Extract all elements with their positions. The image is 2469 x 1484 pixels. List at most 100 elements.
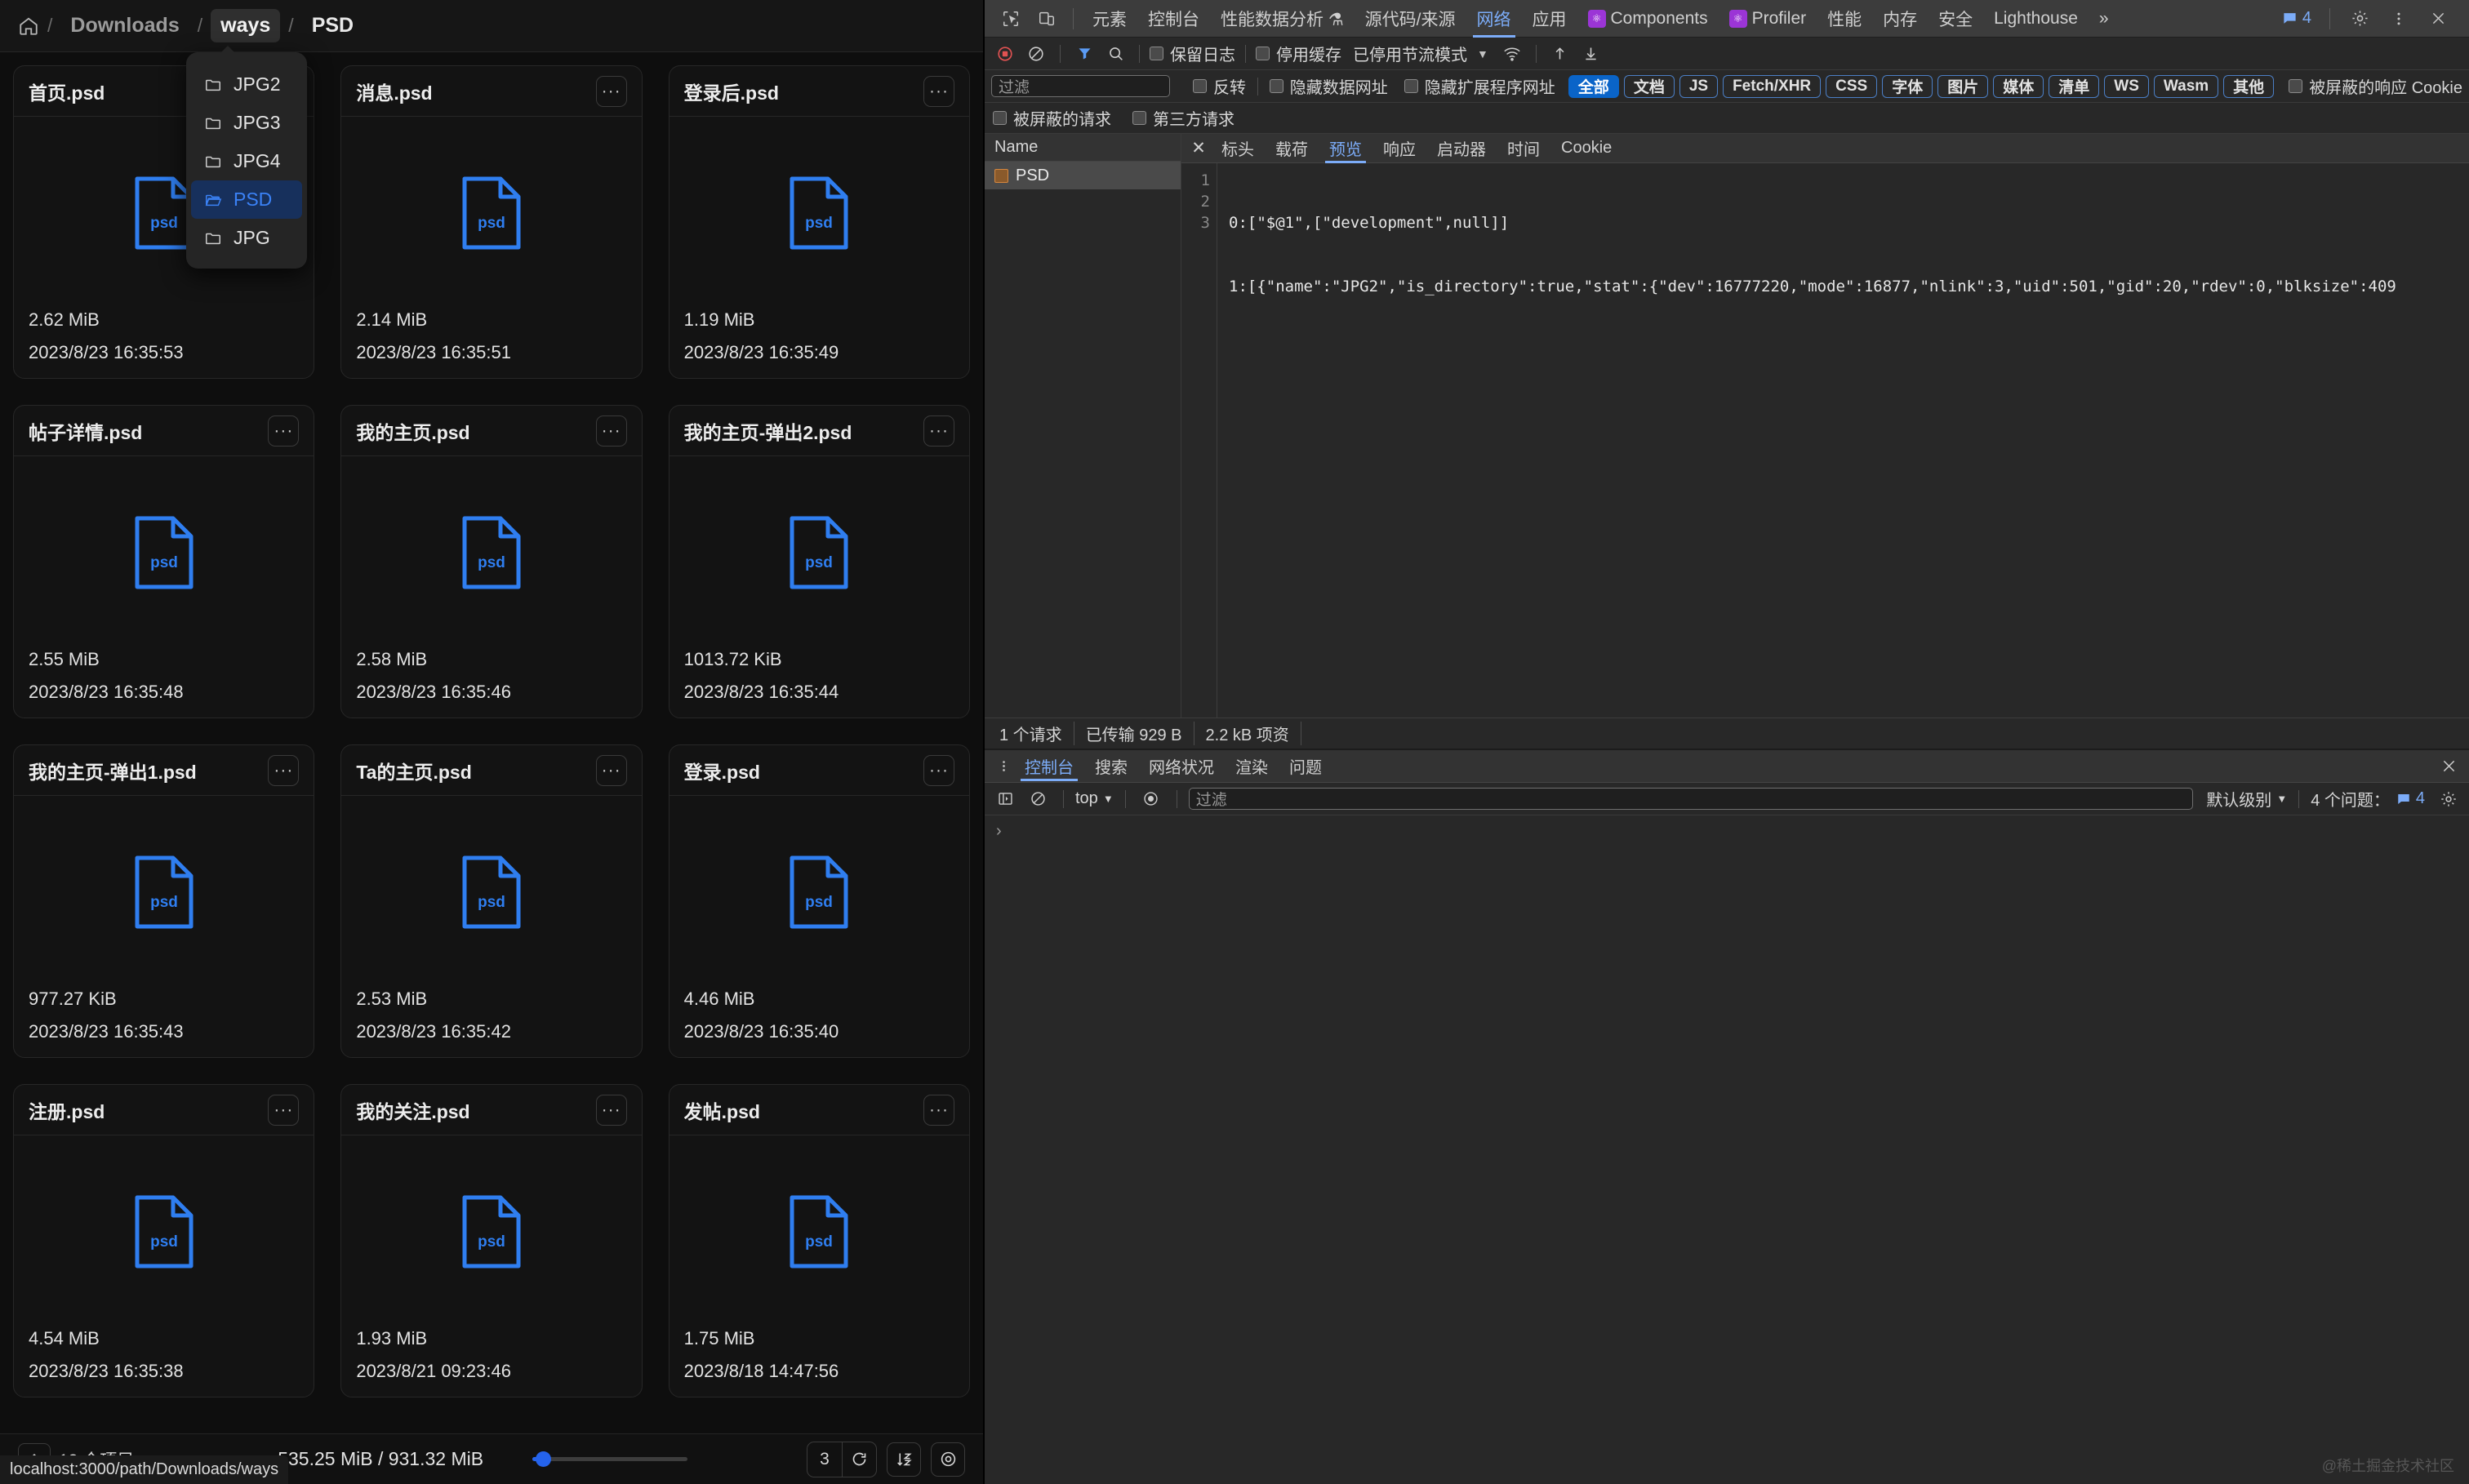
breadcrumb-item-psd[interactable]: PSD bbox=[302, 9, 363, 42]
file-menu-button[interactable]: ··· bbox=[595, 1094, 627, 1126]
console-issues[interactable]: 4 个问题： 4 bbox=[2311, 787, 2425, 811]
checkbox[interactable] bbox=[1132, 111, 1146, 125]
kebab-menu-icon[interactable] bbox=[2383, 4, 2414, 33]
drawer-tab-rendering[interactable]: 渲染 bbox=[1225, 752, 1279, 781]
checkbox[interactable] bbox=[1256, 47, 1270, 60]
gear-icon[interactable] bbox=[2435, 786, 2462, 812]
tab-sources[interactable]: 源代码/来源 bbox=[1355, 0, 1466, 38]
detail-tab-headers[interactable]: 标头 bbox=[1211, 134, 1265, 163]
file-menu-button[interactable]: ··· bbox=[923, 75, 954, 107]
file-card[interactable]: 登录.psd ··· psd 4.46 MiB 2023/8/23 16:35:40 bbox=[668, 744, 970, 1058]
detail-tab-preview[interactable]: 预览 bbox=[1319, 134, 1372, 163]
file-card[interactable]: 注册.psd ··· psd 4.54 MiB 2023/8/23 16:35:38 bbox=[13, 1084, 315, 1397]
type-chip-all[interactable]: 全部 bbox=[1568, 74, 1619, 98]
type-chip-fetch-xhr[interactable]: Fetch/XHR bbox=[1723, 74, 1822, 98]
type-chip-other[interactable]: 其他 bbox=[2223, 74, 2275, 98]
eye-icon[interactable] bbox=[931, 1442, 965, 1477]
tab-application[interactable]: 应用 bbox=[1522, 0, 1577, 38]
file-card[interactable]: 我的主页-弹出2.psd ··· psd 1013.72 KiB 2023/8/23 1… bbox=[668, 405, 970, 718]
home-icon[interactable] bbox=[18, 16, 39, 37]
tab-console[interactable]: 控制台 bbox=[1137, 0, 1210, 38]
preview-code-lines[interactable]: 0:["$@1",["development",null]] 1:[{"name… bbox=[1217, 163, 2396, 718]
type-chip-manifest[interactable]: 清单 bbox=[2049, 74, 2100, 98]
file-card[interactable]: 消息.psd ··· psd 2.14 MiB 2023/8/23 16:35:51 bbox=[340, 65, 643, 379]
clear-console-icon[interactable] bbox=[1024, 786, 1052, 812]
file-card[interactable]: 我的主页.psd ··· psd 2.58 MiB 2023/8/23 16:35:46 bbox=[340, 405, 643, 718]
dropdown-item-jpg3[interactable]: JPG3 bbox=[191, 104, 302, 142]
dropdown-item-jpg[interactable]: JPG bbox=[191, 219, 302, 257]
gear-icon[interactable] bbox=[2344, 4, 2375, 33]
close-drawer-icon[interactable] bbox=[2436, 754, 2461, 779]
file-menu-button[interactable]: ··· bbox=[268, 1094, 300, 1126]
checkbox[interactable] bbox=[1150, 47, 1163, 60]
type-chip-ws[interactable]: WS bbox=[2104, 74, 2149, 98]
column-count-value[interactable]: 3 bbox=[807, 1442, 842, 1477]
console-filter-input[interactable]: 过滤 bbox=[1188, 788, 2194, 810]
tab-overflow-chevron-icon[interactable]: » bbox=[2089, 0, 2120, 38]
zoom-slider[interactable] bbox=[532, 1451, 688, 1467]
breadcrumb-item-ways[interactable]: ways bbox=[211, 9, 281, 42]
type-chip-doc[interactable]: 文档 bbox=[1623, 74, 1675, 98]
preserve-log-checkbox[interactable]: 保留日志 bbox=[1150, 42, 1235, 65]
file-menu-button[interactable]: ··· bbox=[595, 415, 627, 447]
file-card[interactable]: 我的关注.psd ··· psd 1.93 MiB 2023/8/21 09:23:46 bbox=[340, 1084, 643, 1397]
tab-security[interactable]: 安全 bbox=[1928, 0, 1983, 38]
file-card[interactable]: 帖子详情.psd ··· psd 2.55 MiB 2023/8/23 16:35:48 bbox=[13, 405, 315, 718]
console-context-select[interactable]: top ▼ bbox=[1075, 789, 1114, 808]
kebab-menu-icon[interactable] bbox=[993, 759, 1014, 773]
close-detail-icon[interactable]: ✕ bbox=[1186, 136, 1211, 161]
type-chip-js[interactable]: JS bbox=[1679, 74, 1719, 98]
checkbox[interactable] bbox=[1192, 79, 1207, 93]
slider-track[interactable] bbox=[532, 1451, 688, 1467]
file-card[interactable]: 登录后.psd ··· psd 1.19 MiB 2023/8/23 16:35:49 bbox=[668, 65, 970, 379]
console-output[interactable]: › bbox=[985, 815, 2469, 1484]
drawer-tab-console[interactable]: 控制台 bbox=[1014, 752, 1084, 781]
dropdown-item-jpg4[interactable]: JPG4 bbox=[191, 142, 302, 180]
file-card[interactable]: 发帖.psd ··· psd 1.75 MiB 2023/8/18 14:47:56 bbox=[668, 1084, 970, 1397]
request-list-header[interactable]: Name bbox=[985, 134, 1181, 162]
type-chip-wasm[interactable]: Wasm bbox=[2153, 74, 2219, 98]
record-stop-icon[interactable] bbox=[991, 41, 1019, 67]
device-toolbar-icon[interactable] bbox=[1031, 4, 1062, 33]
drawer-tab-search[interactable]: 搜索 bbox=[1084, 752, 1138, 781]
checkbox[interactable] bbox=[1269, 79, 1283, 93]
network-filter-input[interactable]: 过滤 bbox=[991, 75, 1170, 97]
chevron-down-icon[interactable]: ▼ bbox=[1477, 47, 1488, 60]
hide-data-urls-checkbox[interactable]: 隐藏数据网址 bbox=[1269, 74, 1388, 98]
import-har-icon[interactable] bbox=[1546, 41, 1574, 67]
checkbox[interactable] bbox=[1404, 79, 1418, 93]
slider-knob[interactable] bbox=[536, 1451, 552, 1467]
clear-icon[interactable] bbox=[1022, 41, 1050, 67]
type-chip-img[interactable]: 图片 bbox=[1937, 74, 1989, 98]
invert-checkbox[interactable]: 反转 bbox=[1192, 74, 1246, 98]
file-card[interactable]: 我的主页-弹出1.psd ··· psd 977.27 KiB 2023/8/23 16… bbox=[13, 744, 315, 1058]
tab-components[interactable]: ⚛ Components bbox=[1577, 0, 1719, 38]
tab-performance[interactable]: 性能 bbox=[1817, 0, 1872, 38]
detail-tab-payload[interactable]: 载荷 bbox=[1265, 134, 1319, 163]
detail-tab-response[interactable]: 响应 bbox=[1372, 134, 1426, 163]
message-count-badge[interactable]: 4 bbox=[2275, 9, 2318, 28]
disable-cache-checkbox[interactable]: 停用缓存 bbox=[1256, 42, 1341, 65]
tab-memory[interactable]: 内存 bbox=[1872, 0, 1928, 38]
tab-network[interactable]: 网络 bbox=[1466, 0, 1522, 38]
file-menu-button[interactable]: ··· bbox=[268, 415, 300, 447]
file-menu-button[interactable]: ··· bbox=[923, 415, 954, 447]
search-icon[interactable] bbox=[1101, 41, 1129, 67]
third-party-checkbox[interactable]: 第三方请求 bbox=[1132, 106, 1234, 130]
file-menu-button[interactable]: ··· bbox=[923, 754, 954, 786]
close-icon[interactable] bbox=[2422, 4, 2453, 33]
file-menu-button[interactable]: ··· bbox=[595, 75, 627, 107]
breadcrumb-item-downloads[interactable]: Downloads bbox=[60, 9, 189, 42]
throttling-select[interactable]: 已停用节流模式 bbox=[1353, 42, 1467, 65]
tab-profiler[interactable]: ⚛ Profiler bbox=[1719, 0, 1817, 38]
request-row-psd[interactable]: PSD bbox=[985, 162, 1181, 189]
detail-tab-initiator[interactable]: 启动器 bbox=[1426, 134, 1497, 163]
file-menu-button[interactable]: ··· bbox=[923, 1094, 954, 1126]
drawer-tab-network-conditions[interactable]: 网络状况 bbox=[1138, 752, 1225, 781]
tab-lighthouse[interactable]: Lighthouse bbox=[1983, 0, 2089, 38]
console-level-select[interactable]: 默认级别 ▼ bbox=[2206, 787, 2287, 811]
hide-extension-urls-checkbox[interactable]: 隐藏扩展程序网址 bbox=[1404, 74, 1555, 98]
checkbox[interactable] bbox=[2289, 79, 2303, 93]
dropdown-item-jpg2[interactable]: JPG2 bbox=[191, 65, 302, 104]
checkbox[interactable] bbox=[993, 111, 1007, 125]
